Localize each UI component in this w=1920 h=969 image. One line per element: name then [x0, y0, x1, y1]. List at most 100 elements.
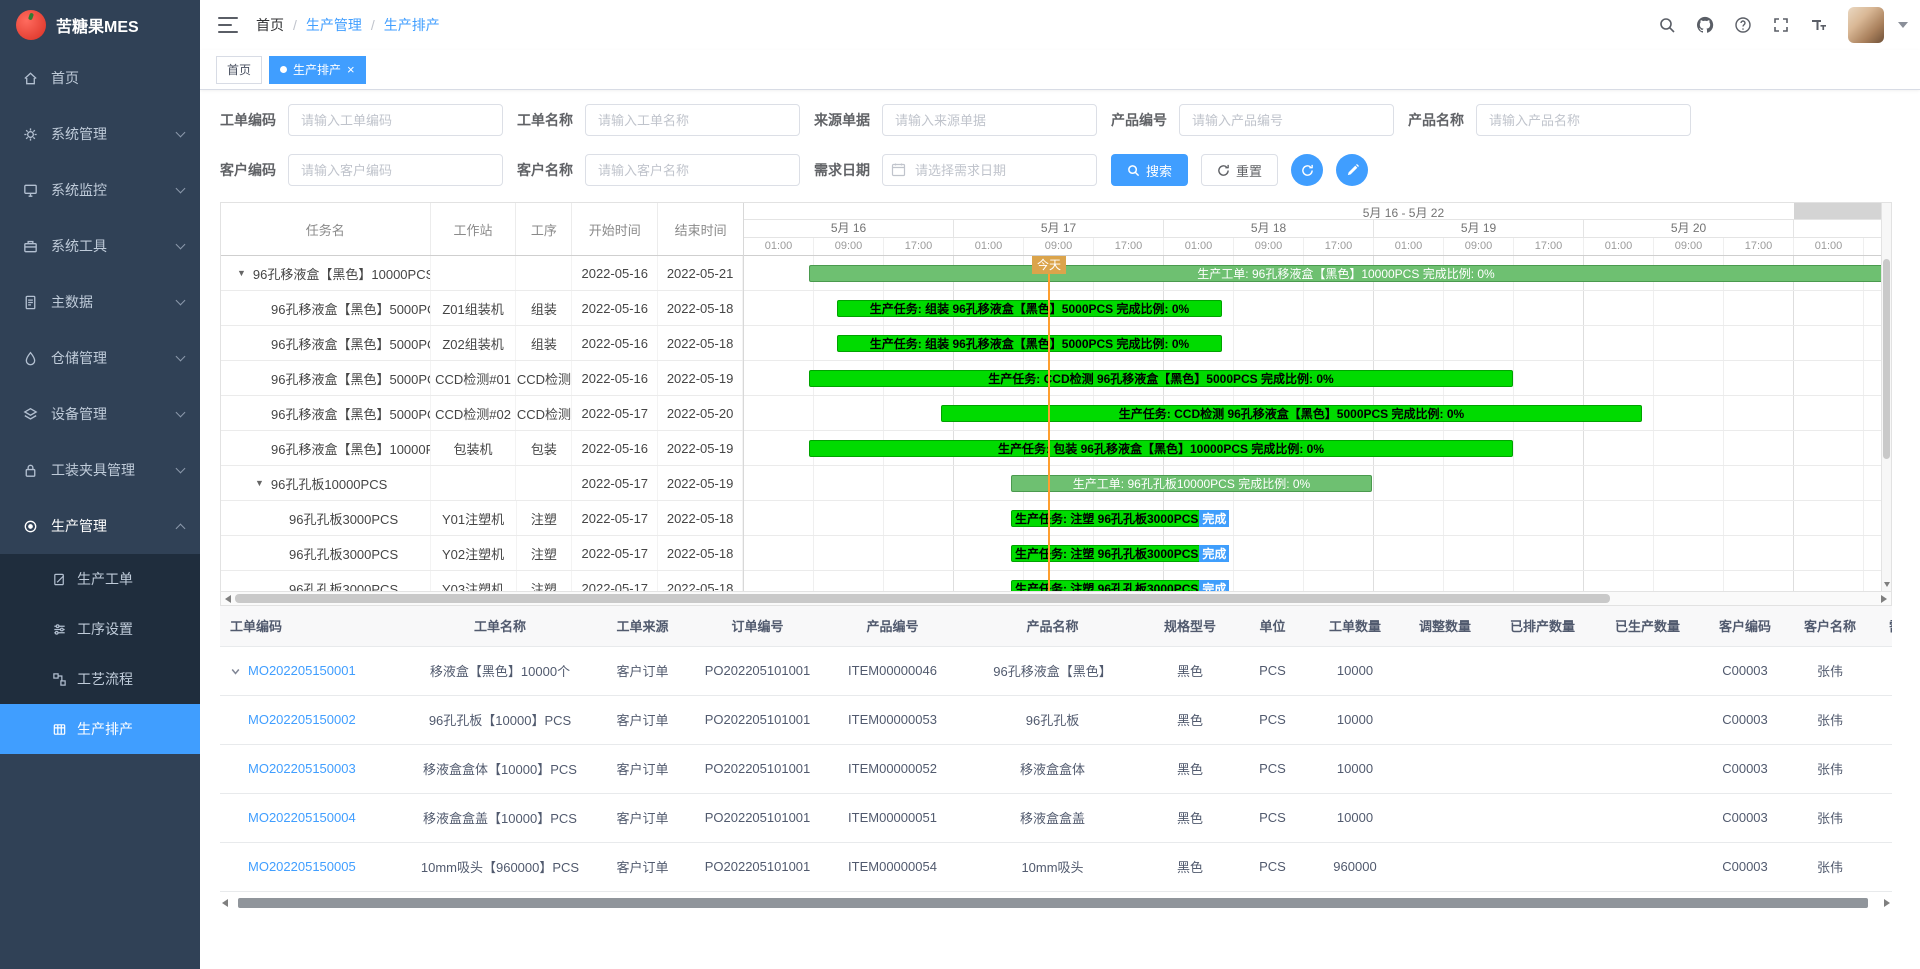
col-task-name: 任务名: [221, 203, 431, 255]
timeline-hour-cell: 09:00: [814, 238, 884, 255]
caret-down-icon[interactable]: [1898, 22, 1908, 28]
gantt-task-row[interactable]: 96孔移液盒【黑色】10000PCS 包装机 包装 2022-05-16 202…: [221, 431, 743, 466]
filter-row-2: 客户编码 客户名称 需求日期 搜索 重置: [220, 154, 1892, 186]
timeline-hour-cell: 01:00: [1164, 238, 1234, 255]
workorder-row[interactable]: MO202205150005 10mm吸头【960000】PCS 客户订单 PO…: [220, 842, 1892, 891]
workorder-code-input[interactable]: [288, 104, 503, 136]
gantt-task-row[interactable]: 96孔孔板3000PCS Y03注塑机 注塑 2022-05-17 2022-0…: [221, 571, 743, 591]
gantt-task-row[interactable]: 96孔孔板3000PCS Y02注塑机 注塑 2022-05-17 2022-0…: [221, 536, 743, 571]
sidebar-item-fixtures[interactable]: 工装夹具管理: [0, 442, 200, 498]
workorder-code-link[interactable]: MO202205150001: [248, 663, 356, 678]
scroll-left-button[interactable]: [222, 899, 232, 908]
breadcrumb-production[interactable]: 生产管理: [306, 15, 362, 35]
tab-home[interactable]: 首页: [216, 56, 262, 84]
sidebar-item-system-tools[interactable]: 系统工具: [0, 218, 200, 274]
scroll-left-button[interactable]: [222, 592, 234, 605]
search-button[interactable]: 搜索: [1111, 154, 1188, 186]
filter-label: 来源单据: [814, 110, 870, 130]
sidebar-item-equipment[interactable]: 设备管理: [0, 386, 200, 442]
filter-label: 客户编码: [220, 160, 276, 180]
gantt-bar-task[interactable]: 生产任务: 注塑 96孔孔板3000PCS完成: [1011, 580, 1222, 591]
sidebar-item-process-flow[interactable]: 工艺流程: [0, 654, 200, 704]
sidebar-item-production-scheduling[interactable]: 生产排产: [0, 704, 200, 754]
source-doc-input[interactable]: [882, 104, 1097, 136]
sidebar-item-system-admin[interactable]: 系统管理: [0, 106, 200, 162]
collapse-caret-icon[interactable]: ▼: [255, 478, 264, 488]
sidebar-item-production-workorder[interactable]: 生产工单: [0, 554, 200, 604]
workorder-code-link[interactable]: MO202205150004: [248, 810, 356, 825]
sync-schedule-button[interactable]: [1291, 154, 1323, 186]
workorder-row[interactable]: MO202205150001 移液盒【黑色】10000个 客户订单 PO2022…: [220, 646, 1892, 695]
sidebar-item-home[interactable]: 首页: [0, 50, 200, 106]
scrollbar-thumb[interactable]: [1883, 259, 1890, 459]
close-icon[interactable]: ×: [347, 63, 355, 76]
gantt-task-row[interactable]: 96孔移液盒【黑色】5000PCS CCD检测#02 CCD检测 2022-05…: [221, 396, 743, 431]
menu-label: 生产管理: [51, 516, 107, 536]
gantt-task-row[interactable]: ▼96孔孔板10000PCS 2022-05-17 2022-05-19: [221, 466, 743, 501]
filter-row-1: 工单编码 工单名称 来源单据 产品编号 产品名称: [220, 104, 1892, 136]
breadcrumb-home[interactable]: 首页: [256, 15, 284, 35]
gantt-bar-workorder[interactable]: 生产工单: 96孔移液盒【黑色】10000PCS 完成比例: 0%: [809, 265, 1881, 282]
workorder-row[interactable]: MO202205150004 移液盒盒盖【10000】PCS 客户订单 PO20…: [220, 793, 1892, 842]
workorder-code-link[interactable]: MO202205150005: [248, 859, 356, 874]
week-range-label: 5月 16 - 5月 22: [1363, 204, 1444, 221]
gantt-bar-task[interactable]: 生产任务: 注塑 96孔孔板3000PCS完成: [1011, 545, 1222, 562]
timeline-day-cell: [1794, 220, 1881, 237]
gantt-bar-task[interactable]: 生产任务: 组装 96孔移液盒【黑色】5000PCS 完成比例: 0%: [837, 335, 1222, 352]
customer-code-input[interactable]: [288, 154, 503, 186]
edit-schedule-button[interactable]: [1336, 154, 1368, 186]
scroll-down-button[interactable]: [1882, 578, 1891, 590]
sidebar-item-production[interactable]: 生产管理: [0, 498, 200, 554]
avatar[interactable]: [1848, 7, 1884, 43]
sidebar-item-process-settings[interactable]: 工序设置: [0, 604, 200, 654]
workorder-row[interactable]: MO202205150003 移液盒盒体【10000】PCS 客户订单 PO20…: [220, 744, 1892, 793]
workorder-name-input[interactable]: [585, 104, 800, 136]
today-badge: 今天: [1032, 256, 1066, 274]
gantt-task-row[interactable]: 96孔孔板3000PCS Y01注塑机 注塑 2022-05-17 2022-0…: [221, 501, 743, 536]
tab-production-scheduling[interactable]: 生产排产 ×: [269, 56, 366, 84]
sidebar-toggle-icon[interactable]: [218, 17, 238, 33]
gantt-task-row[interactable]: 96孔移液盒【黑色】5000PCS CCD检测#01 CCD检测 2022-05…: [221, 361, 743, 396]
gantt-bar-workorder[interactable]: 生产工单: 96孔孔板10000PCS 完成比例: 0%: [1011, 475, 1372, 492]
col-customer-code: 客户编码: [1700, 606, 1790, 646]
breadcrumb: 首页 / 生产管理 / 生产排产: [256, 15, 440, 35]
gantt-task-row[interactable]: ▼96孔移液盒【黑色】10000PCS 2022-05-16 2022-05-2…: [221, 256, 743, 291]
gantt-vertical-scrollbar[interactable]: [1881, 203, 1891, 591]
scroll-right-button[interactable]: [1878, 592, 1890, 605]
gantt-horizontal-scrollbar[interactable]: [221, 591, 1891, 605]
app-logo-row[interactable]: 苦糖果MES: [0, 0, 200, 50]
product-code-input[interactable]: [1179, 104, 1394, 136]
workorder-code-link[interactable]: MO202205150003: [248, 761, 356, 776]
font-size-icon[interactable]: [1810, 16, 1828, 34]
scrollbar-thumb[interactable]: [235, 594, 1610, 603]
breadcrumb-scheduling[interactable]: 生产排产: [384, 15, 440, 35]
gantt-bar-task[interactable]: 生产任务: 组装 96孔移液盒【黑色】5000PCS 完成比例: 0%: [837, 300, 1222, 317]
menu-label: 系统管理: [51, 124, 107, 144]
fullscreen-icon[interactable]: [1772, 16, 1790, 34]
gantt-bar-task[interactable]: 生产任务: 注塑 96孔孔板3000PCS完成: [1011, 510, 1222, 527]
gantt-bar-task[interactable]: 生产任务: 包装 96孔移液盒【黑色】10000PCS 完成比例: 0%: [809, 440, 1513, 457]
collapse-caret-icon[interactable]: ▼: [237, 268, 246, 278]
sidebar-item-system-monitor[interactable]: 系统监控: [0, 162, 200, 218]
expand-caret-icon[interactable]: [230, 666, 248, 677]
reset-button[interactable]: 重置: [1201, 154, 1278, 186]
sidebar-item-master-data[interactable]: 主数据: [0, 274, 200, 330]
scrollbar-thumb[interactable]: [238, 898, 1868, 908]
github-icon[interactable]: [1696, 16, 1714, 34]
help-icon[interactable]: [1734, 16, 1752, 34]
gantt-task-row[interactable]: 96孔移液盒【黑色】5000PCS Z02组装机 组装 2022-05-16 2…: [221, 326, 743, 361]
workorder-code-link[interactable]: MO202205150002: [248, 712, 356, 727]
gantt-bar-task[interactable]: 生产任务: CCD检测 96孔移液盒【黑色】5000PCS 完成比例: 0%: [809, 370, 1513, 387]
top-navbar: 首页 / 生产管理 / 生产排产: [200, 0, 1920, 50]
gantt-bar-task[interactable]: 生产任务: CCD检测 96孔移液盒【黑色】5000PCS 完成比例: 0%: [941, 405, 1642, 422]
customer-name-input[interactable]: [585, 154, 800, 186]
sidebar-item-warehouse[interactable]: 仓储管理: [0, 330, 200, 386]
filter-label: 工单编码: [220, 110, 276, 130]
search-icon[interactable]: [1658, 16, 1676, 34]
product-name-input[interactable]: [1476, 104, 1691, 136]
scroll-right-button[interactable]: [1880, 899, 1890, 908]
workorder-row[interactable]: MO202205150002 96孔孔板【10000】PCS 客户订单 PO20…: [220, 695, 1892, 744]
gantt-task-row[interactable]: 96孔移液盒【黑色】5000PCS Z01组装机 组装 2022-05-16 2…: [221, 291, 743, 326]
demand-date-input[interactable]: [882, 154, 1097, 186]
table-horizontal-scrollbar[interactable]: [220, 897, 1892, 909]
